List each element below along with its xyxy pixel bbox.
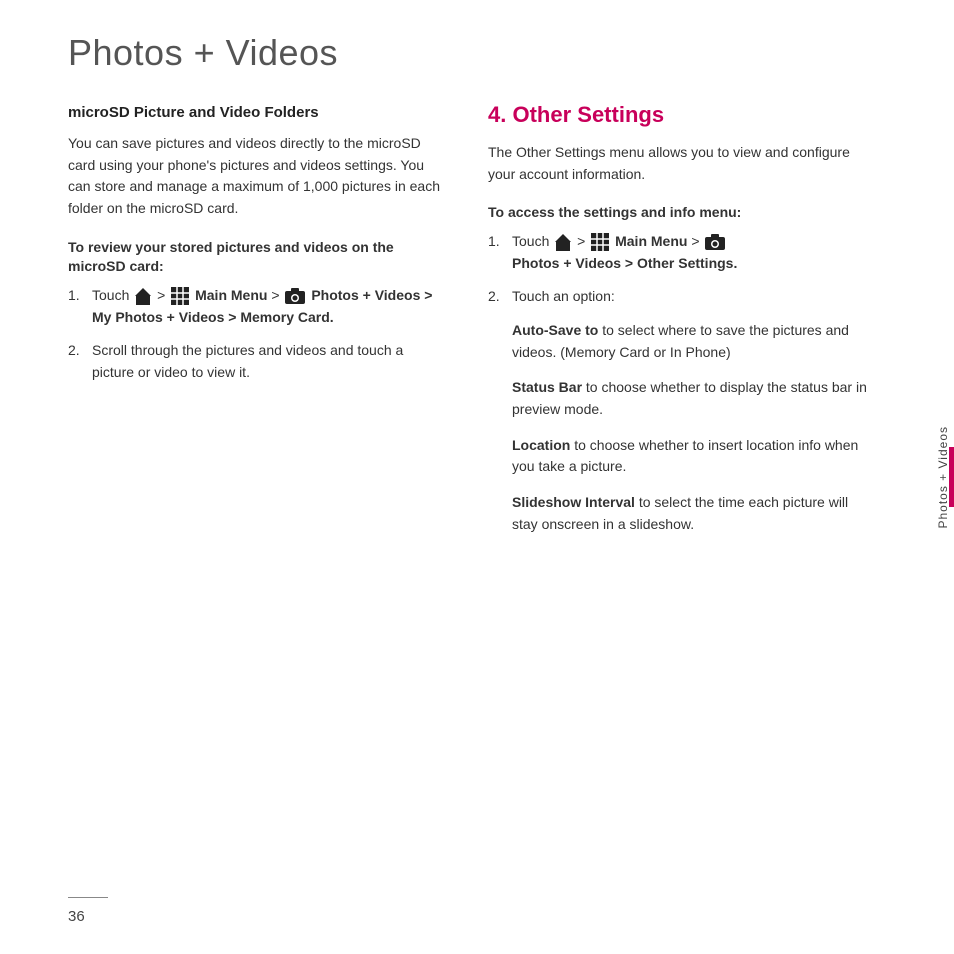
option-autosave: Auto-Save to to select where to save the… (512, 320, 868, 363)
step1-num: 1. (68, 285, 86, 328)
page-footer: 36 (68, 908, 85, 926)
r-step1-num: 1. (488, 231, 506, 274)
r-step1-main-menu: Main Menu (615, 233, 691, 249)
bottom-divider (68, 897, 108, 898)
left-column: microSD Picture and Video Folders You ca… (68, 102, 448, 550)
home-icon (134, 287, 152, 305)
option-location-label: Location (512, 437, 570, 453)
left-step-2: 2. Scroll through the pictures and video… (68, 340, 448, 383)
grid-icon (170, 286, 190, 306)
step1-main-menu: Main Menu (195, 287, 271, 303)
r-step1-content: Touch > Main Menu > (512, 231, 868, 274)
page-title: Photos + Videos (0, 0, 954, 102)
microsd-body: You can save pictures and videos directl… (68, 133, 448, 220)
r-home-icon (554, 233, 572, 251)
option-location: Location to choose whether to insert loc… (512, 435, 868, 478)
option-slideshow-label: Slideshow Interval (512, 494, 635, 510)
step2-num: 2. (68, 340, 86, 383)
camera-icon (284, 287, 306, 305)
section4-heading: 4. Other Settings (488, 102, 868, 128)
option-statusbar-label: Status Bar (512, 379, 582, 395)
step2-content: Scroll through the pictures and videos a… (92, 340, 448, 383)
r-step2-num: 2. (488, 286, 506, 308)
sidebar-accent (949, 447, 954, 507)
r-grid-icon (590, 232, 610, 252)
r-step2-content: Touch an option: (512, 286, 868, 308)
right-step-2: 2. Touch an option: (488, 286, 868, 308)
option-autosave-label: Auto-Save to (512, 322, 598, 338)
section4-subheading: To access the settings and info menu: (488, 203, 868, 223)
section4-intro: The Other Settings menu allows you to vi… (488, 142, 868, 185)
step1-content: Touch > Main Menu > (92, 285, 448, 328)
page-number: 36 (68, 908, 85, 925)
options-list: Auto-Save to to select where to save the… (512, 320, 868, 536)
sidebar-tab-label: Photos + Videos (936, 426, 950, 529)
left-step-1: 1. Touch > Main Menu > (68, 285, 448, 328)
right-step-1: 1. Touch > Main Menu > (488, 231, 868, 274)
review-subheading: To review your stored pictures and video… (68, 238, 448, 277)
option-statusbar: Status Bar to choose whether to display … (512, 377, 868, 420)
option-slideshow: Slideshow Interval to select the time ea… (512, 492, 868, 535)
r-camera-icon (704, 233, 726, 251)
microsd-heading: microSD Picture and Video Folders (68, 102, 448, 123)
right-column: 4. Other Settings The Other Settings men… (488, 102, 868, 550)
r-step1-bold: Photos + Videos > Other Settings. (512, 255, 737, 271)
